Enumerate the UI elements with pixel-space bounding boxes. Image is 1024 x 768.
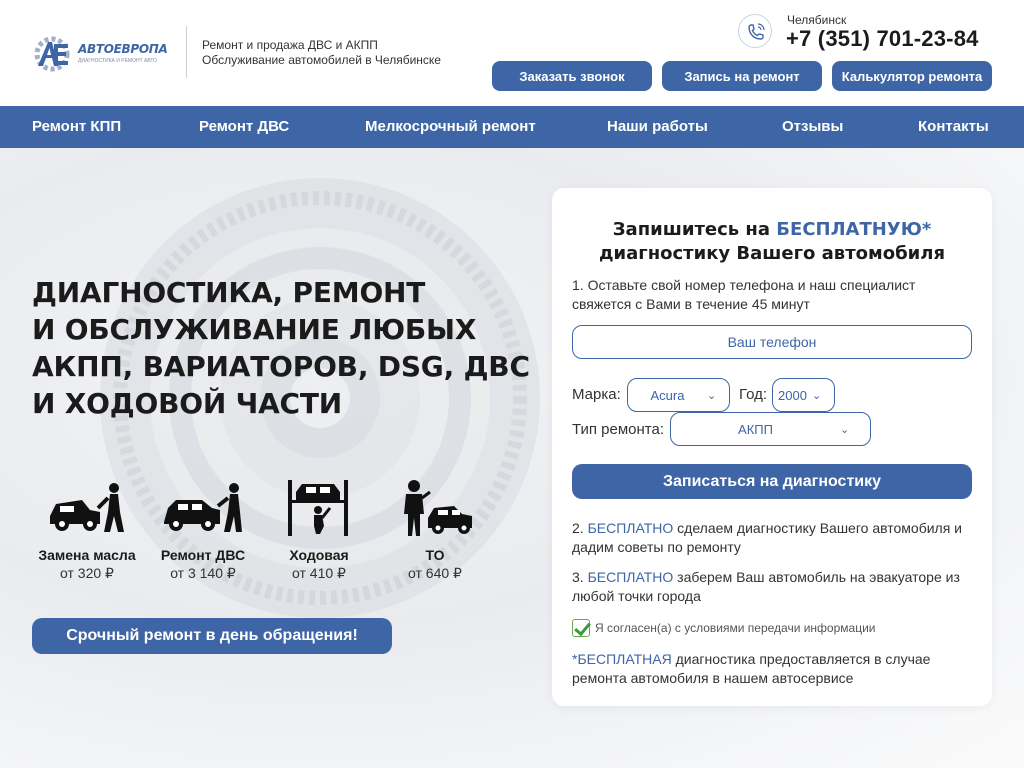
step-1-text: 1. Оставьте свой номер телефона и наш сп… (572, 277, 916, 312)
step-3-accent: БЕСПЛАТНО (587, 569, 674, 585)
phone-icon[interactable] (738, 14, 772, 48)
headline-line-4: И ХОДОВОЙ ЧАСТИ (32, 387, 343, 420)
phone-input[interactable]: Ваш телефон (572, 325, 972, 359)
headline-line-1: ДИАГНОСТИКА, РЕМОНТ (32, 276, 426, 309)
service-engine-repair[interactable]: Ремонт ДВС от 3 140 ₽ (143, 478, 263, 582)
hero-section: ДИАГНОСТИКА, РЕМОНТ И ОБСЛУЖИВАНИЕ ЛЮБЫХ… (0, 148, 1024, 768)
form-title: Запишитесь на БЕСПЛАТНУЮ* диагностику Ва… (552, 218, 992, 266)
city-label: Челябинск (787, 13, 847, 27)
form-title-accent: БЕСПЛАТНУЮ* (776, 219, 932, 240)
tagline-line-2: Обслуживание автомобилей в Челябинске (202, 53, 441, 67)
chevron-down-icon: ⌄ (707, 389, 717, 402)
year-select-value: 2000 (778, 387, 807, 403)
service-price: от 320 ₽ (60, 565, 114, 581)
step-2-text: 2. БЕСПЛАТНО сделаем диагностику Вашего … (572, 519, 982, 557)
repair-type-select[interactable]: АКПП ⌄ (670, 412, 871, 446)
step-2-accent: БЕСПЛАТНО (587, 520, 674, 536)
hero-headline: ДИАГНОСТИКА, РЕМОНТ И ОБСЛУЖИВАНИЕ ЛЮБЫХ… (32, 274, 532, 422)
service-price: от 640 ₽ (408, 565, 462, 581)
step-3-number: 3. (572, 569, 588, 585)
brand-select[interactable]: Acura ⌄ (627, 378, 730, 412)
service-oil-change[interactable]: Замена масла от 320 ₽ (27, 478, 147, 582)
calculator-button[interactable]: Калькулятор ремонта (832, 61, 992, 91)
year-select[interactable]: 2000 ⌄ (772, 378, 835, 412)
repair-type-select-value: АКПП (738, 421, 773, 437)
service-name: Замена масла (38, 547, 136, 563)
chevron-down-icon: ⌄ (840, 423, 850, 436)
nav-item-gearbox[interactable]: Ремонт КПП (32, 118, 121, 135)
service-maintenance[interactable]: ТО от 640 ₽ (375, 478, 495, 582)
submit-diagnostics-button[interactable]: Записаться на диагностику (572, 464, 972, 499)
form-title-prefix: Запишитесь на (612, 219, 777, 240)
step-3-text: 3. БЕСПЛАТНО заберем Ваш автомобиль на э… (572, 568, 982, 606)
logo-name: АВТОЕВРОПА (78, 42, 168, 56)
repair-type-label: Тип ремонта: (572, 421, 665, 438)
booking-button[interactable]: Запись на ремонт (662, 61, 822, 91)
nav-item-reviews[interactable]: Отзывы (782, 118, 843, 135)
logo-mark-icon (34, 36, 70, 72)
nav-item-quick-repair[interactable]: Мелкосрочный ремонт (365, 118, 536, 135)
urgent-repair-button[interactable]: Срочный ремонт в день обращения! (32, 618, 392, 654)
tagline-line-1: Ремонт и продажа ДВС и АКПП (202, 38, 378, 52)
brand-label: Марка: (572, 386, 621, 403)
site-header: АВТОЕВРОПА ДИАГНОСТИКА И РЕМОНТ АВТО Рем… (0, 0, 1024, 106)
engine-repair-icon (164, 483, 242, 532)
form-title-line-2: диагностику Вашего автомобиля (599, 243, 945, 264)
diagnostics-form: Запишитесь на БЕСПЛАТНУЮ* диагностику Ва… (552, 188, 992, 706)
service-price: от 410 ₽ (292, 565, 346, 581)
note-accent: БЕСПЛАТНАЯ (577, 651, 672, 667)
oil-change-icon (50, 483, 124, 532)
tagline: Ремонт и продажа ДВС и АКПП Обслуживание… (202, 38, 441, 68)
step-2-number: 2. (572, 520, 588, 536)
headline-line-2: И ОБСЛУЖИВАНИЕ ЛЮБЫХ (32, 313, 477, 346)
brand-select-value: Acura (650, 387, 685, 403)
headline-line-3: АКПП, ВАРИАТОРОВ, DSG, ДВС (32, 350, 530, 383)
service-price: от 3 140 ₽ (170, 565, 236, 581)
logo-subtitle: ДИАГНОСТИКА И РЕМОНТ АВТО (78, 58, 158, 64)
nav-item-engine[interactable]: Ремонт ДВС (199, 118, 289, 135)
nav-item-our-works[interactable]: Наши работы (607, 118, 708, 135)
consent-checkbox[interactable] (572, 619, 590, 637)
main-nav: Ремонт КПП Ремонт ДВС Мелкосрочный ремон… (0, 106, 1024, 148)
maintenance-icon (404, 480, 472, 536)
service-name: Ремонт ДВС (160, 547, 246, 563)
nav-item-contacts[interactable]: Контакты (918, 118, 989, 135)
phone-number[interactable]: +7 (351) 701-23-84 (786, 26, 979, 52)
service-name: Ходовая (289, 547, 349, 563)
car-lift-icon (288, 480, 348, 536)
chevron-down-icon: ⌄ (812, 389, 822, 402)
consent-label: Я согласен(а) с условиями передачи инфор… (595, 621, 876, 635)
logo[interactable]: АВТОЕВРОПА ДИАГНОСТИКА И РЕМОНТ АВТО (32, 34, 168, 74)
service-name: ТО (425, 547, 445, 563)
year-label: Год: (739, 386, 768, 403)
service-suspension[interactable]: Ходовая от 410 ₽ (259, 478, 379, 582)
header-divider (186, 26, 187, 78)
consent-row: Я согласен(а) с условиями передачи инфор… (572, 619, 875, 637)
free-diagnostics-note: *БЕСПЛАТНАЯ диагностика предоставляется … (572, 650, 982, 688)
callback-button[interactable]: Заказать звонок (492, 61, 652, 91)
